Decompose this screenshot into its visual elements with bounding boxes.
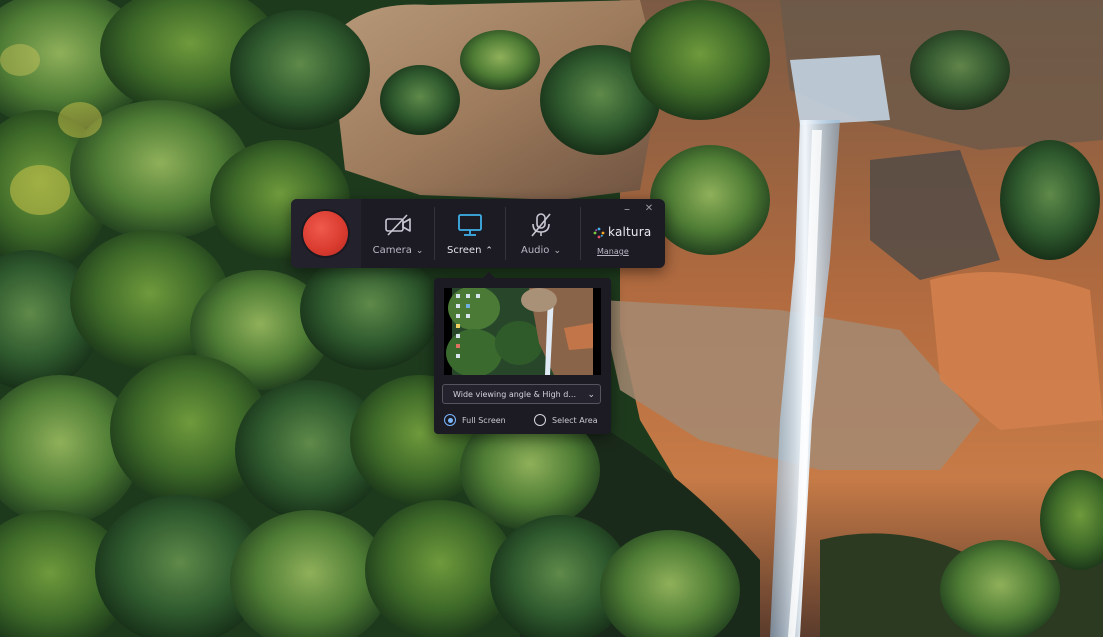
microphone-off-icon <box>531 213 551 237</box>
select-area-radio[interactable]: Select Area <box>534 414 606 428</box>
display-select-value: Wide viewing angle & High d... <box>453 390 576 399</box>
panel-pointer <box>482 272 496 279</box>
screen-options-panel: Wide viewing angle & High d... ⌄ Full Sc… <box>434 272 611 434</box>
minimize-icon: – <box>624 202 630 216</box>
select-area-label: Select Area <box>552 416 598 425</box>
monitor-icon <box>458 214 482 236</box>
desktop: Camera ⌄ Screen ⌃ Audio ⌄ – ✕ kaltura Ma… <box>0 0 1103 637</box>
chevron-down-icon: ⌄ <box>415 246 424 256</box>
toolbar-divider <box>580 207 581 260</box>
manage-link[interactable]: Manage <box>597 247 629 256</box>
display-select[interactable]: Wide viewing angle & High d... ⌄ <box>442 384 601 404</box>
recorder-toolbar: Camera ⌄ Screen ⌃ Audio ⌄ – ✕ kaltura Ma… <box>291 199 665 268</box>
close-icon: ✕ <box>644 203 654 214</box>
record-button[interactable] <box>303 211 348 256</box>
chevron-down-icon: ⌄ <box>587 390 595 400</box>
radio-selected-icon <box>444 414 456 426</box>
chevron-down-icon: ⌄ <box>553 246 561 256</box>
screen-label: Screen <box>447 245 482 256</box>
camera-toggle[interactable]: Camera ⌄ <box>363 199 433 268</box>
chevron-up-icon: ⌃ <box>485 246 493 256</box>
full-screen-radio[interactable]: Full Screen <box>444 414 524 428</box>
audio-label: Audio <box>521 245 550 256</box>
camera-off-icon <box>385 214 411 236</box>
screen-toggle[interactable]: Screen ⌃ <box>435 199 505 268</box>
camera-label: Camera <box>372 245 412 256</box>
brand: kaltura <box>589 225 659 241</box>
full-screen-label: Full Screen <box>462 416 506 425</box>
audio-toggle[interactable]: Audio ⌄ <box>506 199 576 268</box>
record-zone <box>291 199 361 268</box>
minimize-button[interactable]: – <box>620 202 634 216</box>
screen-preview-thumbnail <box>444 288 601 375</box>
close-button[interactable]: ✕ <box>642 202 656 216</box>
screen-preview <box>444 288 601 375</box>
kaltura-logo-icon <box>593 227 605 239</box>
brand-name: kaltura <box>608 225 652 239</box>
radio-unselected-icon <box>534 414 546 426</box>
